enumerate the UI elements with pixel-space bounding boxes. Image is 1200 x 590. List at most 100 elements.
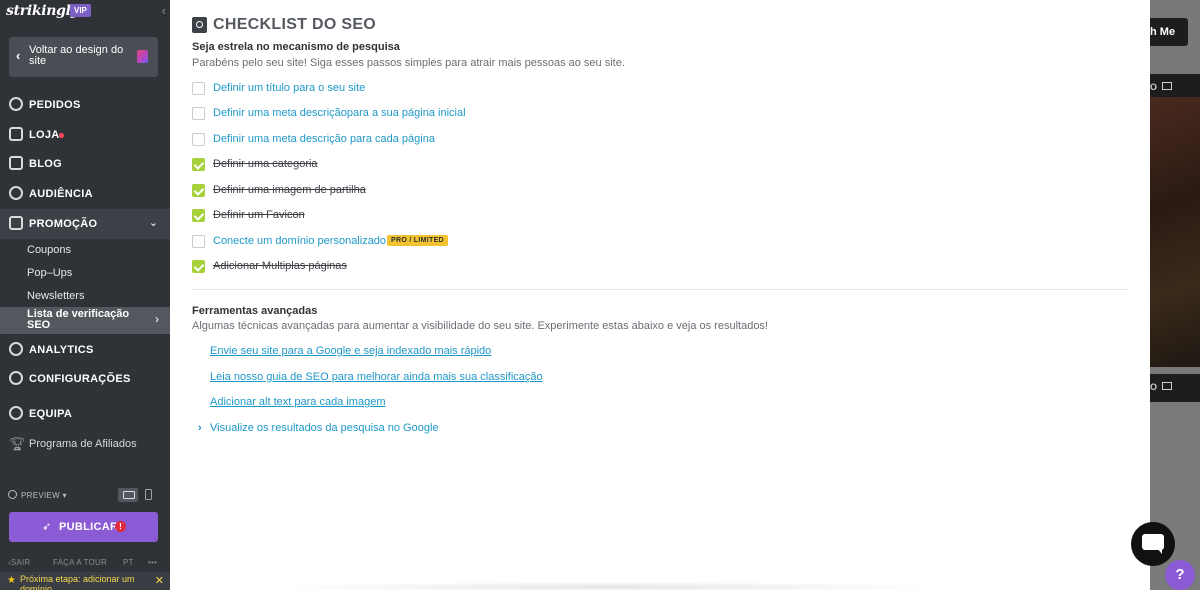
sidebar-item-label: PEDIDOS — [29, 99, 81, 111]
publish-label: PUBLICAR — [59, 521, 119, 533]
gear-icon — [9, 371, 23, 385]
more-menu-icon[interactable]: ••• — [148, 558, 157, 567]
checklist-item-link[interactable]: Definir uma meta descrição para cada pág… — [213, 133, 435, 145]
checkbox[interactable] — [192, 82, 205, 95]
sub-item-seo-label: Lista de verificação SEO — [27, 308, 130, 331]
seo-search-icon — [192, 17, 207, 33]
sidebar-item-label: LOJA — [29, 129, 60, 141]
palette-icon — [137, 50, 148, 63]
preview-label: PREVIEW — [21, 491, 60, 500]
language-link[interactable]: PT — [123, 558, 134, 567]
site-preview-button: h Me — [1150, 18, 1188, 46]
collapse-sidebar-icon[interactable]: ‹ — [162, 3, 166, 18]
notification-dot — [59, 133, 64, 138]
google-preview-toggle[interactable]: › Visualize os resultados da pesquisa no … — [198, 422, 439, 434]
site-preview-strip: O — [1150, 374, 1200, 402]
sidebar-item-analytics[interactable]: ANALYTICS — [0, 335, 170, 365]
checkbox-checked[interactable] — [192, 184, 205, 197]
sub-item-seo-checklist[interactable]: Lista de verificação SEO › — [0, 307, 170, 334]
close-icon[interactable]: ✕ — [155, 574, 164, 587]
megaphone-icon — [9, 216, 23, 230]
back-to-design-label: Voltar ao design do site — [29, 44, 124, 67]
tour-link[interactable]: FAÇA A TOUR — [53, 558, 107, 567]
panel-shadow — [270, 582, 950, 590]
sidebar-item-audiencia[interactable]: AUDIÊNCIA — [0, 179, 170, 209]
exit-link[interactable]: ‹ SAIR — [8, 558, 30, 567]
sidebar-item-label: PROMOÇÃO — [29, 218, 98, 230]
search-icon — [8, 490, 17, 499]
pen-icon — [9, 156, 23, 170]
tool-link-google-index[interactable]: Envie seu site para a Google e seja inde… — [210, 345, 491, 357]
sub-item-newsletters[interactable]: Newsletters — [27, 290, 84, 302]
people-icon — [9, 186, 23, 200]
section-divider — [192, 289, 1128, 290]
sidebar-item-configuracoes[interactable]: CONFIGURAÇÕES — [0, 364, 170, 394]
chat-button[interactable] — [1131, 522, 1175, 566]
vip-badge: VIP — [70, 4, 91, 17]
checklist-item-link[interactable]: Definir um título para o seu site — [213, 82, 365, 94]
affiliates-label: Programa de Afiliados — [29, 438, 137, 450]
desktop-view-icon[interactable] — [118, 488, 138, 502]
back-to-design-button[interactable]: ‹ Voltar ao design do site — [9, 37, 158, 77]
site-preview-photo — [1150, 97, 1200, 367]
seo-checklist-panel: CHECKLIST DO SEO Seja estrela no mecanis… — [170, 0, 1150, 590]
sidebar-item-equipa[interactable]: EQUIPA — [0, 399, 170, 429]
sidebar-item-label: EQUIPA — [29, 408, 73, 420]
checklist-item-done[interactable]: Definir uma imagem de partilha — [213, 184, 366, 196]
site-preview-button-label: h Me — [1150, 26, 1176, 38]
sidebar-item-pedidos[interactable]: PEDIDOS — [0, 90, 170, 120]
checkbox-checked[interactable] — [192, 260, 205, 273]
image-icon — [1162, 82, 1172, 90]
next-step-banner[interactable]: ★ Próxima etapa: adicionar um domínio ✕ — [0, 572, 170, 590]
publish-button[interactable]: ➶ PUBLICAR ! — [9, 512, 158, 542]
checklist-item-done[interactable]: Adicionar Multiplas páginas — [213, 260, 347, 272]
alert-icon: ! — [115, 521, 126, 532]
checkbox[interactable] — [192, 235, 205, 248]
checkbox[interactable] — [192, 133, 205, 146]
sidebar-item-label: ANALYTICS — [29, 344, 94, 356]
sidebar-item-label: BLOG — [29, 158, 62, 170]
page-title: CHECKLIST DO SEO — [213, 16, 377, 33]
chevron-down-icon: ⌄ — [148, 217, 158, 229]
sub-item-popups[interactable]: Pop–Ups — [27, 267, 72, 279]
chat-bubble-tail — [1157, 548, 1162, 554]
sidebar: strikingly VIP ‹ ‹ Voltar ao design do s… — [0, 0, 170, 590]
chevron-left-icon: ‹ — [16, 48, 21, 63]
rocket-icon: ➶ — [42, 521, 52, 533]
chevron-right-icon: › — [155, 312, 159, 326]
site-preview-strip-text: O — [1150, 82, 1158, 92]
sidebar-item-promocao[interactable]: PROMOÇÃO ⌄ — [0, 209, 170, 239]
preview-row: PREVIEW ▾ — [8, 488, 162, 504]
preview-dropdown[interactable]: PREVIEW ▾ — [21, 491, 67, 500]
sidebar-item-loja[interactable]: LOJA — [0, 120, 170, 150]
checkbox[interactable] — [192, 107, 205, 120]
sidebar-item-label: AUDIÊNCIA — [29, 188, 93, 200]
section-subtitle: Parabéns pelo seu site! Siga esses passo… — [192, 57, 625, 69]
checklist-item-link[interactable]: Conecte um domínio personalizado — [213, 235, 386, 247]
sidebar-footer-links: ‹ SAIR FAÇA A TOUR PT ••• — [8, 558, 163, 570]
section-subtitle: Algumas técnicas avançadas para aumentar… — [192, 320, 768, 332]
next-step-text: Próxima etapa: adicionar um domínio — [20, 574, 135, 590]
checklist-item-done[interactable]: Definir uma categoria — [213, 158, 318, 170]
store-icon — [9, 127, 23, 141]
checklist-item-link[interactable]: Definir uma meta descriçãopara a sua pág… — [213, 107, 466, 119]
sub-item-coupons[interactable]: Coupons — [27, 244, 71, 256]
google-preview-label: Visualize os resultados da pesquisa no G… — [210, 422, 439, 434]
pie-chart-icon — [9, 342, 23, 356]
strikingly-logo[interactable]: strikingly — [6, 3, 79, 19]
checklist-item-done[interactable]: Definir um Favicon — [213, 209, 305, 221]
tool-link-alt-text[interactable]: Adicionar alt text para cada imagem — [210, 396, 385, 408]
dollar-circle-icon — [9, 97, 23, 111]
brand-row: strikingly VIP ‹ — [6, 3, 166, 21]
checkbox-checked[interactable] — [192, 158, 205, 171]
help-button[interactable]: ? — [1165, 560, 1195, 590]
star-icon: ★ — [7, 575, 16, 586]
sidebar-item-affiliates[interactable]: 🏆︎ Programa de Afiliados — [0, 430, 170, 458]
mobile-view-icon[interactable] — [145, 489, 152, 500]
checkbox-checked[interactable] — [192, 209, 205, 222]
site-preview-backdrop: h Me O O — [1150, 0, 1200, 590]
team-icon — [9, 406, 23, 420]
tool-link-seo-guide[interactable]: Leia nosso guia de SEO para melhorar ain… — [210, 371, 543, 383]
sidebar-item-blog[interactable]: BLOG — [0, 149, 170, 179]
chevron-right-icon: › — [198, 422, 202, 434]
